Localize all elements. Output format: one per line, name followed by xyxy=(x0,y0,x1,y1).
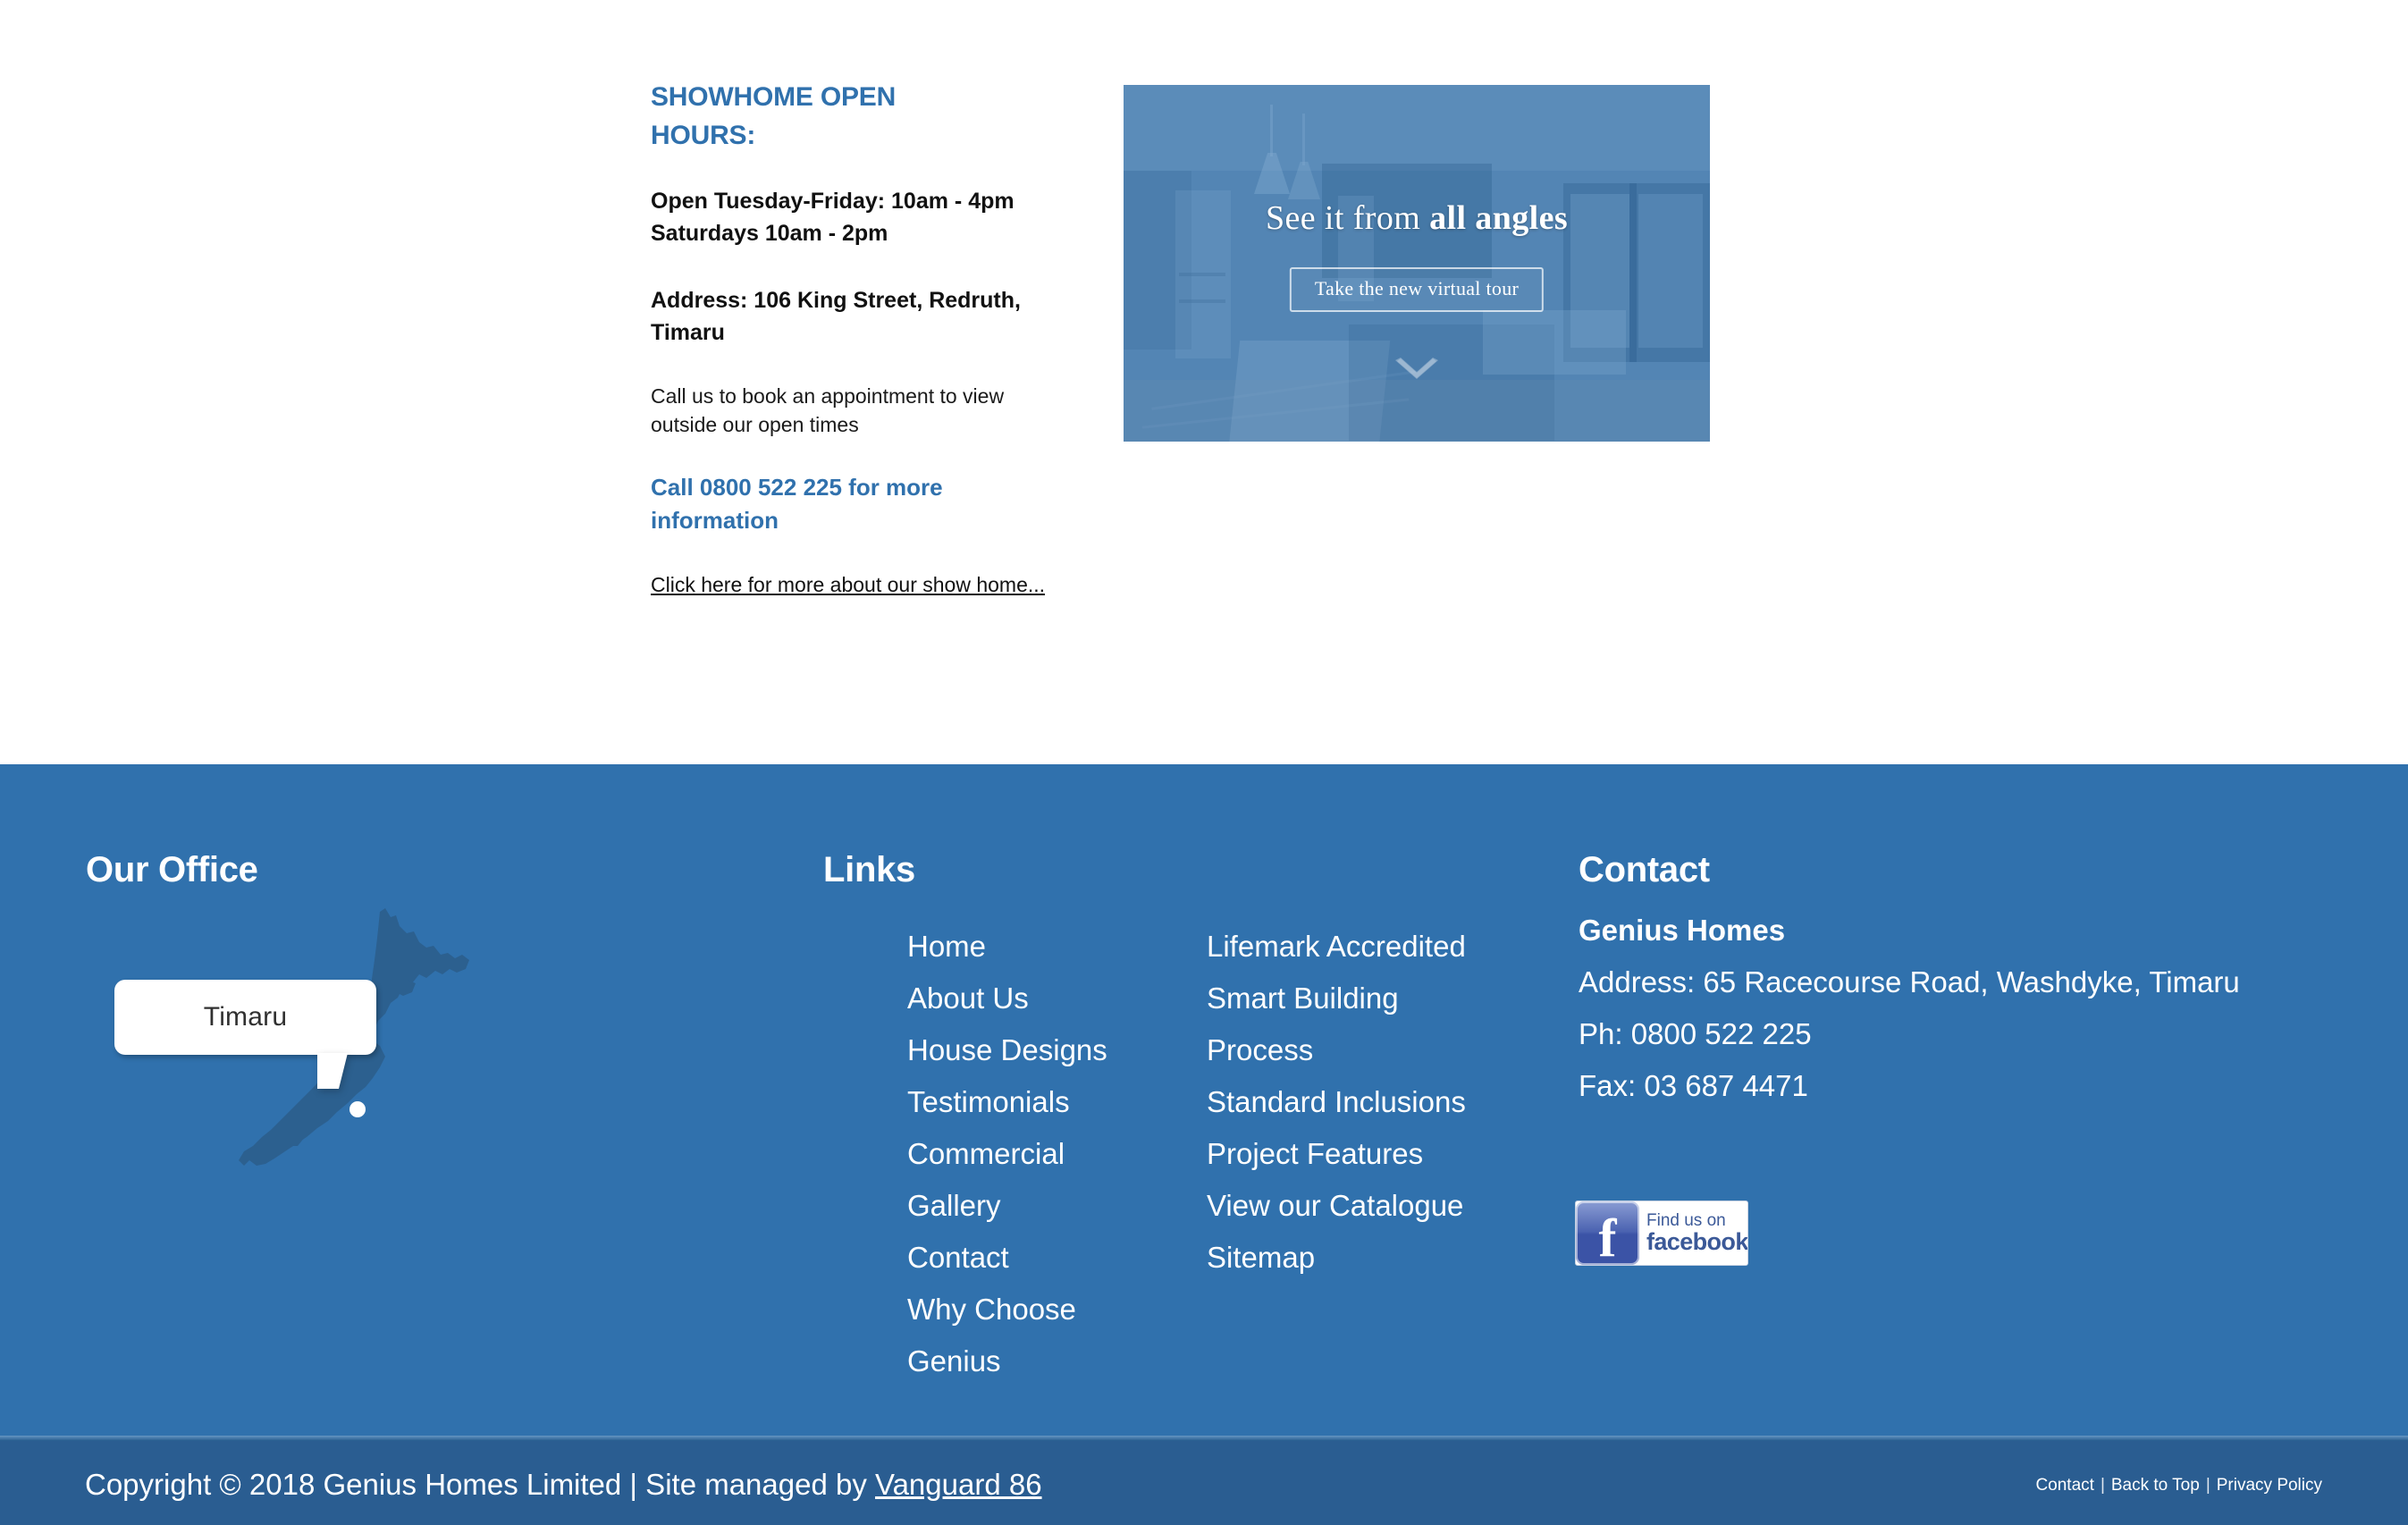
footer-link-contact[interactable]: Contact xyxy=(907,1232,1175,1284)
facebook-badge-text: Find us on facebook xyxy=(1639,1201,1748,1265)
caption-light-text: See it from xyxy=(1265,199,1430,237)
footer-contact-details: Genius Homes Address: 65 Racecourse Road… xyxy=(1579,905,2311,1112)
chevron-down-icon xyxy=(1395,358,1438,379)
separator-1: | xyxy=(2100,1476,2105,1495)
footer-heading-contact: Contact xyxy=(1579,850,1710,889)
footer-link-home[interactable]: Home xyxy=(907,921,1175,973)
showhome-info-column: SHOWHOME OPEN HOURS: Open Tuesday-Friday… xyxy=(651,79,1071,600)
footer-link-sitemap[interactable]: Sitemap xyxy=(1207,1232,1479,1284)
footer-link-view-our-catalogue[interactable]: View our Catalogue xyxy=(1207,1180,1479,1232)
footer-link-testimonials[interactable]: Testimonials xyxy=(907,1076,1175,1128)
footer-links-column-2: Lifemark Accredited Smart Building Proce… xyxy=(1207,921,1479,1284)
footer-heading-links: Links xyxy=(823,850,915,889)
map-location-dot xyxy=(349,1101,366,1117)
contact-fax: Fax: 03 687 4471 xyxy=(1579,1069,1808,1102)
showhome-hours-saturday: Saturdays 10am - 2pm xyxy=(651,221,888,247)
contact-address: Address: 65 Racecourse Road, Washdyke, T… xyxy=(1579,965,2240,998)
blue-overlay xyxy=(1124,85,1710,442)
showhome-heading: SHOWHOME OPEN HOURS: xyxy=(651,82,897,150)
footer-link-standard-inclusions[interactable]: Standard Inclusions xyxy=(1207,1076,1479,1128)
vanguard-86-link[interactable]: Vanguard 86 xyxy=(875,1468,1042,1501)
footer-link-gallery[interactable]: Gallery xyxy=(907,1180,1175,1232)
contact-phone: Ph: 0800 522 225 xyxy=(1579,1017,1812,1050)
showhome-more-link[interactable]: Click here for more about our show home.… xyxy=(651,571,1062,600)
utility-link-back-to-top[interactable]: Back to Top xyxy=(2111,1476,2200,1495)
contact-company-name: Genius Homes xyxy=(1579,914,1786,947)
separator-2: | xyxy=(2205,1476,2210,1495)
footer-link-about-us[interactable]: About Us xyxy=(907,973,1175,1024)
showhome-open-hours: Open Tuesday-Friday: 10am - 4pm Saturday… xyxy=(651,185,1071,250)
footer-link-house-designs[interactable]: House Designs xyxy=(907,1024,1175,1076)
caption-bold-text: all angles xyxy=(1429,199,1569,237)
showhome-address: Address: 106 King Street, Redruth, Timar… xyxy=(651,287,1021,345)
showhome-hours-weekdays: Open Tuesday-Friday: 10am - 4pm xyxy=(651,189,1015,215)
footer-link-project-features[interactable]: Project Features xyxy=(1207,1128,1479,1180)
take-virtual-tour-button[interactable]: Take the new virtual tour xyxy=(1289,267,1545,312)
footer-links-column-1: Home About Us House Designs Testimonials… xyxy=(907,921,1175,1387)
facebook-wordmark: facebook xyxy=(1646,1228,1748,1256)
facebook-icon: f xyxy=(1576,1201,1639,1265)
copyright-notice: Copyright © 2018 Genius Homes Limited | … xyxy=(85,1470,1042,1499)
footer-link-why-choose-genius[interactable]: Why Choose Genius xyxy=(907,1284,1175,1387)
footer-link-smart-building-process[interactable]: Smart Building Process xyxy=(1207,973,1479,1076)
map-callout-label: Timaru xyxy=(203,1002,288,1032)
map-callout-bubble: Timaru xyxy=(114,980,376,1055)
virtual-tour-promo[interactable]: See it from all angles Take the new virt… xyxy=(1124,85,1710,442)
main-content-area: SHOWHOME OPEN HOURS: Open Tuesday-Friday… xyxy=(0,0,2408,764)
utility-link-privacy-policy[interactable]: Privacy Policy xyxy=(2217,1476,2322,1495)
footer-link-lifemark-accredited[interactable]: Lifemark Accredited xyxy=(1207,921,1479,973)
footer-utility-links: Contact | Back to Top | Privacy Policy xyxy=(2035,1477,2322,1494)
facebook-find-us-label: Find us on xyxy=(1646,1211,1726,1231)
footer-heading-our-office: Our Office xyxy=(86,850,258,889)
facebook-badge-button[interactable]: f Find us on facebook xyxy=(1575,1201,1748,1266)
showhome-call-cta[interactable]: Call 0800 522 225 for more information xyxy=(651,471,1035,537)
map-callout-tail xyxy=(317,1053,348,1089)
utility-link-contact[interactable]: Contact xyxy=(2035,1476,2093,1495)
virtual-tour-caption: See it from all angles xyxy=(1124,201,1710,235)
showhome-appointment-note: Call us to book an appointment to view o… xyxy=(651,384,1005,436)
copyright-text: Copyright © 2018 Genius Homes Limited | … xyxy=(85,1468,876,1501)
footer-link-commercial[interactable]: Commercial xyxy=(907,1128,1175,1180)
